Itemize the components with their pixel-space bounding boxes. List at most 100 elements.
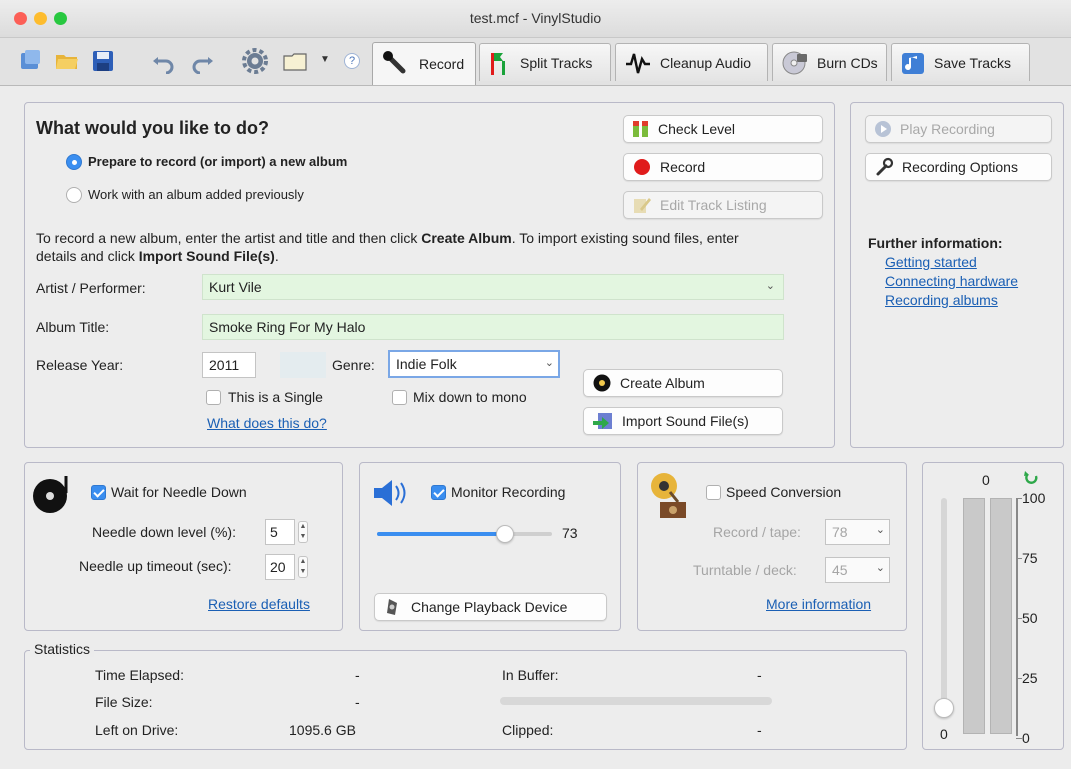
radio-new-album-label[interactable]: Prepare to record (or import) a new albu… bbox=[88, 154, 347, 169]
genre-select[interactable]: Indie Folk ⌄ bbox=[388, 350, 560, 378]
play-icon bbox=[875, 121, 891, 137]
meter-scale-axis bbox=[1016, 498, 1018, 736]
speed-conversion-label[interactable]: Speed Conversion bbox=[726, 484, 841, 500]
stepper-arrows-icon[interactable]: ▲ ▼ bbox=[298, 556, 308, 578]
volume-slider-fill bbox=[377, 532, 505, 536]
release-year-field[interactable]: 2011 bbox=[202, 352, 256, 378]
stepper-arrows-icon[interactable]: ▲ ▼ bbox=[298, 521, 308, 543]
settings-gear-icon[interactable] bbox=[242, 48, 268, 74]
statistics-title: Statistics bbox=[30, 641, 95, 657]
left-on-drive-label: Left on Drive: bbox=[95, 722, 179, 738]
mono-checkbox-label[interactable]: Mix down to mono bbox=[413, 389, 527, 405]
file-size-label: File Size: bbox=[95, 694, 153, 710]
buffer-progress-bar bbox=[500, 697, 772, 705]
tab-label: Split Tracks bbox=[520, 54, 593, 71]
new-project-icon[interactable] bbox=[18, 48, 44, 74]
monitor-recording-checkbox[interactable] bbox=[431, 485, 446, 500]
meter-tick-label: 50 bbox=[1022, 610, 1038, 626]
help-icon[interactable]: ? bbox=[344, 53, 360, 69]
page-title: What would you like to do? bbox=[36, 118, 269, 138]
save-icon[interactable] bbox=[90, 48, 116, 74]
redo-icon[interactable] bbox=[190, 48, 216, 74]
meter-top-value: 0 bbox=[982, 472, 990, 488]
wait-needle-checkbox[interactable] bbox=[91, 485, 106, 500]
record-speed-select[interactable]: 78 ⌄ bbox=[825, 519, 890, 545]
open-folder-icon[interactable] bbox=[54, 48, 80, 74]
left-on-drive-value: 1095.6 GB bbox=[289, 722, 356, 738]
meter-tick-label: 100 bbox=[1022, 490, 1046, 506]
recording-albums-link[interactable]: Recording albums bbox=[885, 292, 998, 308]
tab-record[interactable]: Record bbox=[372, 42, 476, 85]
recording-options-button[interactable]: Recording Options bbox=[865, 153, 1052, 181]
volume-slider[interactable] bbox=[377, 525, 552, 543]
cd-icon bbox=[782, 51, 807, 74]
tab-burn-cds[interactable]: Burn CDs bbox=[772, 43, 887, 81]
what-does-this-do-link[interactable]: What does this do? bbox=[207, 415, 327, 431]
input-level-slider[interactable] bbox=[934, 498, 954, 718]
chevron-down-icon[interactable]: ⌄ bbox=[766, 279, 775, 292]
meter-tick-label: 0 bbox=[1022, 730, 1030, 746]
album-disc-icon bbox=[593, 374, 611, 392]
wait-needle-label[interactable]: Wait for Needle Down bbox=[111, 484, 247, 500]
check-level-button[interactable]: Check Level bbox=[623, 115, 823, 143]
reset-arrow-icon[interactable] bbox=[1022, 470, 1040, 486]
needle-down-stepper[interactable]: 5 ▲ ▼ bbox=[265, 519, 308, 545]
radio-existing-album[interactable] bbox=[66, 187, 82, 203]
import-arrow-icon bbox=[593, 413, 612, 429]
mono-checkbox[interactable] bbox=[392, 390, 407, 405]
turntable-speed-label: Turntable / deck: bbox=[693, 562, 797, 578]
single-checkbox-label[interactable]: This is a Single bbox=[228, 389, 323, 405]
chevron-down-icon[interactable]: ⌄ bbox=[545, 356, 554, 369]
artist-field[interactable]: Kurt Vile ⌄ bbox=[202, 274, 784, 300]
meter-tick-label: 75 bbox=[1022, 550, 1038, 566]
tab-save-tracks[interactable]: Save Tracks bbox=[891, 43, 1030, 81]
turntable-speed-select[interactable]: 45 ⌄ bbox=[825, 557, 890, 583]
album-title-field[interactable]: Smoke Ring For My Halo bbox=[202, 314, 784, 340]
chevron-down-icon[interactable]: ▼ bbox=[320, 54, 330, 65]
record-button[interactable]: Record bbox=[623, 153, 823, 181]
file-size-value: - bbox=[355, 694, 360, 710]
input-level-thumb[interactable] bbox=[934, 698, 954, 718]
volume-value: 73 bbox=[562, 525, 578, 541]
in-buffer-label: In Buffer: bbox=[502, 667, 559, 683]
needle-timeout-stepper[interactable]: 20 ▲ ▼ bbox=[265, 554, 308, 580]
meter-tick-label: 25 bbox=[1022, 670, 1038, 686]
chevron-down-icon[interactable]: ⌄ bbox=[876, 523, 885, 536]
split-flags-icon bbox=[491, 52, 505, 75]
import-sound-files-button[interactable]: Import Sound File(s) bbox=[583, 407, 783, 435]
tab-label: Burn CDs bbox=[817, 54, 878, 71]
create-album-button[interactable]: Create Album bbox=[583, 369, 783, 397]
volume-slider-thumb[interactable] bbox=[495, 525, 514, 543]
play-recording-button[interactable]: Play Recording bbox=[865, 115, 1052, 143]
undo-icon[interactable] bbox=[150, 48, 176, 74]
device-icon bbox=[387, 599, 397, 615]
tab-split-tracks[interactable]: Split Tracks bbox=[479, 43, 611, 81]
tab-label: Record bbox=[419, 56, 465, 72]
restore-defaults-link[interactable]: Restore defaults bbox=[208, 596, 310, 612]
meter-bottom-value: 0 bbox=[940, 726, 948, 742]
more-information-link[interactable]: More information bbox=[766, 596, 871, 612]
monitor-recording-label[interactable]: Monitor Recording bbox=[451, 484, 565, 500]
further-info-title: Further information: bbox=[868, 235, 1003, 251]
in-buffer-value: - bbox=[757, 667, 762, 683]
album-title-label: Album Title: bbox=[36, 319, 110, 335]
needle-down-value[interactable]: 5 bbox=[265, 519, 295, 545]
connecting-hardware-link[interactable]: Connecting hardware bbox=[885, 273, 1018, 289]
clipped-value: - bbox=[757, 722, 762, 738]
folder-menu-icon[interactable] bbox=[282, 48, 308, 74]
tab-label: Save Tracks bbox=[934, 54, 1012, 71]
gramophone-icon bbox=[651, 473, 686, 518]
release-year-label: Release Year: bbox=[36, 357, 124, 373]
single-checkbox[interactable] bbox=[206, 390, 221, 405]
radio-existing-album-label[interactable]: Work with an album added previously bbox=[88, 187, 304, 202]
tab-cleanup-audio[interactable]: Cleanup Audio bbox=[615, 43, 768, 81]
speed-conversion-checkbox[interactable] bbox=[706, 485, 721, 500]
change-playback-device-button[interactable]: Change Playback Device bbox=[374, 593, 607, 621]
edit-track-listing-button[interactable]: Edit Track Listing bbox=[623, 191, 823, 219]
getting-started-link[interactable]: Getting started bbox=[885, 254, 977, 270]
waveform-icon bbox=[626, 53, 650, 73]
chevron-down-icon[interactable]: ⌄ bbox=[876, 561, 885, 574]
level-bars-icon bbox=[633, 121, 648, 137]
radio-new-album[interactable] bbox=[66, 154, 82, 170]
needle-timeout-value[interactable]: 20 bbox=[265, 554, 295, 580]
